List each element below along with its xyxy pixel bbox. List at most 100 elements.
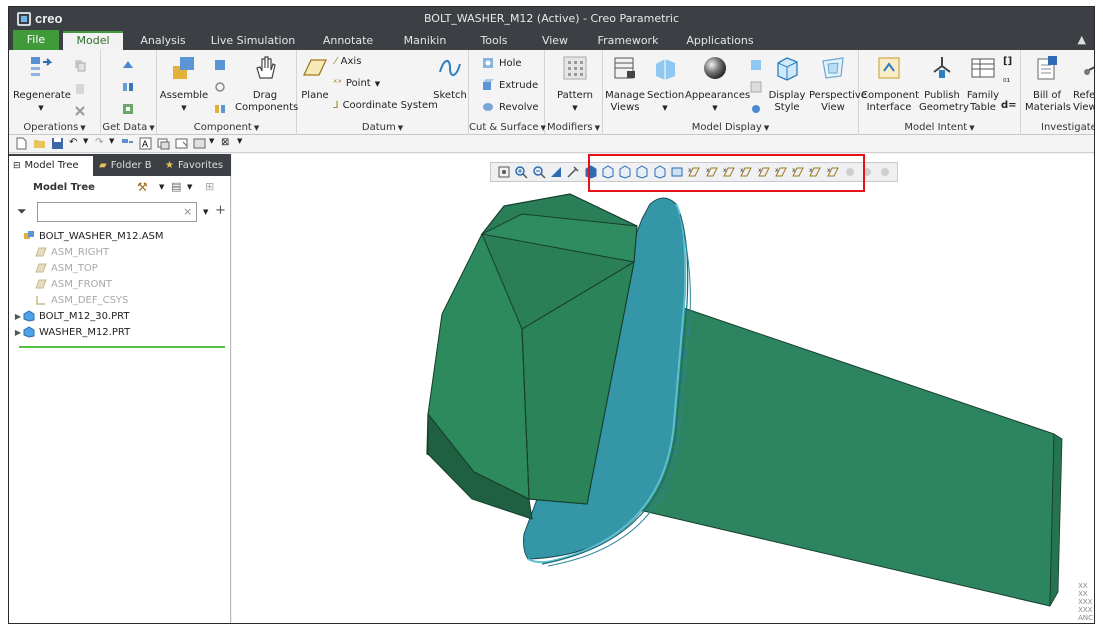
tab-live-simulation[interactable]: Live Simulation — [207, 32, 299, 50]
orient-icon[interactable] — [878, 165, 892, 179]
investigate-group-label[interactable]: Investigate▼ — [1041, 122, 1094, 133]
tree-node[interactable]: BOLT_WASHER_M12.ASM — [9, 228, 231, 244]
tab-framework[interactable]: Framework — [591, 32, 665, 50]
create-component-icon[interactable] — [213, 58, 227, 72]
appearances-button[interactable]: Appearances ▼ — [685, 54, 750, 114]
delete-icon[interactable] — [73, 104, 87, 118]
undo-icon[interactable]: ↶ — [69, 137, 82, 150]
zoom-out-icon[interactable] — [532, 165, 546, 179]
perspective-view-button[interactable]: Perspective View — [809, 54, 867, 114]
tab-folder-browser[interactable]: ▰ Folder B — [95, 156, 159, 176]
modifiers-group-label[interactable]: Modifiers ▼ — [545, 122, 602, 133]
pattern-button[interactable]: Pattern ▼ — [553, 54, 597, 114]
tab-favorites[interactable]: ★ Favorites — [161, 156, 229, 176]
tab-model[interactable]: Model — [63, 31, 123, 50]
manage-views-button[interactable]: Manage Views — [605, 54, 645, 114]
tab-applications[interactable]: Applications — [679, 32, 761, 50]
tab-analysis[interactable]: Analysis — [133, 32, 193, 50]
datum-group-label[interactable]: Datum ▼ — [297, 122, 468, 133]
customize-quick-access-icon[interactable]: ▼ — [237, 137, 250, 150]
show-dropdown-icon[interactable]: ▼ — [187, 183, 192, 191]
clear-search-icon[interactable]: × — [183, 205, 192, 218]
component-interface-button[interactable]: Component Interface — [861, 54, 919, 114]
tab-annotate[interactable]: Annotate — [315, 32, 381, 50]
tab-manikin[interactable]: Manikin — [395, 32, 455, 50]
copy-icon[interactable] — [73, 58, 87, 72]
component-group-label[interactable]: Component ▼ — [157, 122, 296, 133]
render-icon[interactable] — [749, 80, 763, 94]
extrude-button[interactable]: Extrude — [481, 78, 538, 92]
filter-funnel-icon[interactable]: ⏷ — [17, 204, 27, 219]
tree-search-input[interactable] — [37, 202, 197, 222]
switch-window-icon[interactable] — [193, 137, 206, 150]
model-display-group-label[interactable]: Model Display ▼ — [603, 122, 858, 133]
paste-icon[interactable] — [73, 82, 87, 96]
settings-icon[interactable]: ⚒ — [137, 180, 148, 194]
assemble-button[interactable]: Assemble ▼ — [159, 54, 209, 114]
revolve-button[interactable]: Revolve — [481, 100, 539, 114]
windows-icon[interactable] — [157, 137, 170, 150]
switch-dimensions-icon[interactable]: ⁰¹ — [1003, 78, 1010, 88]
bill-of-materials-button[interactable]: Bill of Materials — [1025, 54, 1071, 114]
expand-arrow-icon[interactable]: ▶ — [13, 328, 23, 337]
regenerate-quick-icon[interactable] — [121, 137, 134, 150]
redo-icon[interactable]: ↷ — [95, 137, 108, 150]
tree-insert-indicator[interactable] — [19, 346, 225, 348]
get-data-group-label[interactable]: Get Data ▼ — [101, 122, 156, 133]
plane-button[interactable]: Plane — [299, 54, 331, 102]
text-icon[interactable]: A — [139, 137, 152, 150]
filter-dropdown-icon[interactable]: ▼ — [203, 208, 208, 216]
add-filter-icon[interactable]: + — [215, 203, 226, 218]
open-folder-icon[interactable] — [33, 137, 46, 150]
close-window-icon[interactable] — [175, 137, 188, 150]
family-table-button[interactable]: Family Table — [965, 54, 1001, 114]
hole-button[interactable]: Hole — [481, 56, 522, 70]
operations-group-label[interactable]: Operations ▼ — [9, 122, 100, 133]
mirror-component-icon[interactable] — [213, 102, 227, 116]
pan-icon[interactable] — [566, 165, 580, 179]
tab-model-tree[interactable]: ⊟ Model Tree — [9, 156, 93, 176]
tab-file[interactable]: File — [13, 30, 59, 50]
axis-button[interactable]: ⁄ Axis — [335, 56, 361, 67]
ribbon-collapse-icon[interactable]: ▲ — [1078, 33, 1086, 46]
tree-node[interactable]: ▶ BOLT_M12_30.PRT — [9, 308, 231, 324]
settings-dropdown-icon[interactable]: ▼ — [159, 183, 164, 191]
tree-node[interactable]: ASM_RIGHT — [9, 244, 231, 260]
bolt-washer-model[interactable] — [232, 154, 1095, 624]
user-defined-feature-icon[interactable] — [121, 58, 135, 72]
tree-node[interactable]: ▶ WASHER_M12.PRT — [9, 324, 231, 340]
tree-node[interactable]: ASM_FRONT — [9, 276, 231, 292]
regenerate-button[interactable]: Regenerate ▼ — [13, 54, 71, 114]
view-gear-icon[interactable] — [749, 102, 763, 116]
tree-node[interactable]: ASM_DEF_CSYS — [9, 292, 231, 308]
display-style-button[interactable]: Display Style — [767, 54, 807, 114]
tab-tools[interactable]: Tools — [469, 32, 519, 50]
tree-node[interactable]: ASM_TOP — [9, 260, 231, 276]
relations-icon[interactable]: d= — [1001, 100, 1017, 111]
tab-view[interactable]: View — [533, 32, 577, 50]
bolt-shank[interactable] — [621, 303, 1063, 607]
repeat-icon[interactable] — [213, 80, 227, 94]
refit-icon[interactable] — [497, 165, 511, 179]
save-icon[interactable] — [51, 137, 64, 150]
parameters-icon[interactable]: [] — [1003, 56, 1012, 67]
reference-viewer-button[interactable]: Refer View — [1073, 54, 1094, 114]
publish-geometry-button[interactable]: Publish Geometry — [919, 54, 969, 114]
close-quick-icon[interactable]: ⊠ — [221, 137, 234, 150]
expand-arrow-icon[interactable]: ▶ — [13, 312, 23, 321]
sketch-button[interactable]: Sketch — [433, 54, 467, 102]
zoom-in-icon[interactable] — [514, 165, 528, 179]
show-icon[interactable]: ▤ — [171, 180, 181, 193]
new-file-icon[interactable] — [15, 137, 28, 150]
drag-components-button[interactable]: Drag Components — [235, 54, 298, 114]
section-button[interactable]: Section ▼ — [647, 54, 684, 114]
graphics-window[interactable]: xxxxxxxxx XX XX XXX XXX ANC — [232, 154, 1095, 624]
coordinate-system-button[interactable]: ⅃ Coordinate System — [333, 100, 438, 111]
scene-icon[interactable] — [749, 58, 763, 72]
point-button[interactable]: ˣˣ Point ▼ — [333, 78, 380, 89]
cut-surface-group-label[interactable]: Cut & Surface ▼ — [469, 122, 546, 133]
model-intent-group-label[interactable]: Model Intent ▼ — [859, 122, 1020, 133]
shrinkwrap-icon[interactable] — [121, 102, 135, 116]
repaint-icon[interactable] — [549, 165, 563, 179]
tree-columns-icon[interactable]: ⊞ — [205, 180, 214, 193]
